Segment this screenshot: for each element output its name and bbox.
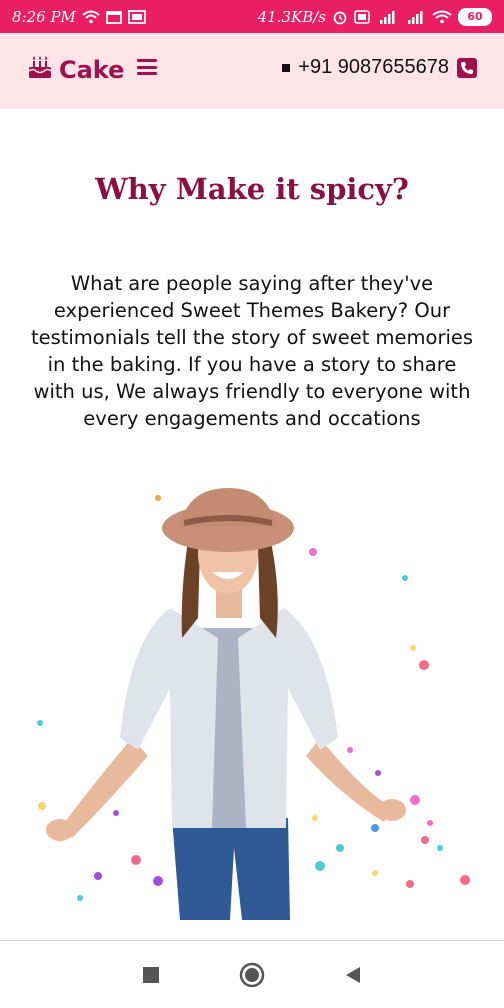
cake-icon [27, 55, 53, 85]
wifi-icon [432, 10, 452, 24]
status-bar: 8:26 PM 41.3KB/s 60 [0, 0, 504, 33]
triangle-back-icon[interactable] [333, 955, 373, 995]
phone-icon [457, 57, 477, 78]
system-navigation-bar [0, 940, 504, 1008]
signal-icon [404, 10, 426, 24]
cast-icon [128, 9, 146, 24]
section-body: What are people saying after they've exp… [30, 272, 474, 430]
contact-phone[interactable]: +91 9087655678 [282, 56, 477, 79]
signal-4g-icon [376, 10, 398, 24]
status-time: 8:26 PM [12, 7, 76, 26]
app-header: Cake +91 9087655678 [0, 33, 504, 109]
circle-home-icon[interactable] [232, 955, 272, 995]
brand-logo[interactable]: Cake [27, 55, 124, 85]
alarm-icon [332, 9, 348, 25]
section-title: Why Make it spicy? [95, 172, 409, 206]
volte-icon [354, 9, 370, 24]
hamburger-menu-icon[interactable] [137, 59, 157, 75]
square-recent-apps-icon[interactable] [131, 955, 171, 995]
phone-number: +91 9087655678 [298, 56, 449, 78]
network-speed: 41.3KB/s [257, 7, 326, 26]
calendar-icon [106, 10, 122, 24]
brand-name: Cake [59, 56, 125, 84]
bullet-icon [282, 63, 291, 72]
hero-image [20, 488, 484, 920]
battery-indicator: 60 [458, 7, 492, 26]
wifi-icon [82, 10, 100, 24]
